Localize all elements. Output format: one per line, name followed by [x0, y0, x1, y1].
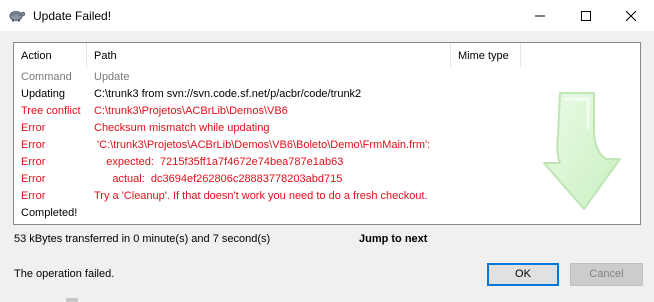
row-action: Tree conflict: [21, 105, 81, 117]
table-row[interactable]: Command Update: [14, 69, 514, 85]
update-arrow-icon: [543, 92, 621, 210]
row-path: Try a 'Cleanup'. If that doesn't work yo…: [94, 190, 428, 202]
tortoisesvn-icon: [9, 8, 26, 22]
operation-status: The operation failed.: [14, 268, 115, 280]
row-action: Error: [21, 173, 46, 185]
close-icon: [626, 10, 636, 21]
row-action: Command: [21, 71, 72, 83]
row-path: expected: 7215f35ff1a7f4672e74bea787e1ab…: [94, 156, 344, 168]
row-path: C:\trunk3 from svn://svn.code.sf.net/p/a…: [94, 88, 362, 100]
table-row[interactable]: Error Checksum mismatch while updating: [14, 120, 514, 136]
table-row[interactable]: Error 'C:\trunk3\Projetos\ACBrLib\Demos\…: [14, 137, 514, 153]
jump-to-next-link[interactable]: Jump to next: [359, 233, 427, 245]
row-path: Update: [94, 71, 130, 83]
minimize-button[interactable]: [517, 0, 563, 31]
table-row[interactable]: Completed!: [14, 205, 514, 221]
resize-grip[interactable]: [66, 298, 78, 302]
minimize-icon: [535, 11, 545, 21]
row-path: actual: dc3694ef262806c28883778203abd715: [94, 173, 343, 185]
window-title: Update Failed!: [33, 9, 112, 23]
column-header-action[interactable]: Action: [14, 43, 87, 67]
row-action: Error: [21, 190, 46, 202]
row-action: Error: [21, 156, 46, 168]
table-row[interactable]: Error expected: 7215f35ff1a7f4672e74bea7…: [14, 154, 514, 170]
row-action: Completed!: [21, 207, 78, 219]
table-row[interactable]: Error Try a 'Cleanup'. If that doesn't wo…: [14, 188, 514, 204]
table-row[interactable]: Error actual: dc3694ef262806c28883778203…: [14, 171, 514, 187]
row-action: Error: [21, 122, 46, 134]
row-action: Error: [21, 139, 46, 151]
table-row[interactable]: Tree conflict C:\trunk3\Projetos\ACBrLib\…: [14, 103, 514, 119]
row-action: Updating: [21, 88, 66, 100]
table-row[interactable]: Updating C:\trunk3 from svn://svn.code.sf…: [14, 86, 514, 102]
row-path: Checksum mismatch while updating: [94, 122, 270, 134]
title-bar: Update Failed!: [0, 0, 654, 31]
cancel-button[interactable]: Cancel: [570, 263, 643, 286]
close-button[interactable]: [608, 0, 654, 31]
transfer-status: 53 kBytes transferred in 0 minute(s) and…: [14, 233, 271, 245]
maximize-icon: [581, 10, 591, 21]
column-header-path[interactable]: Path: [87, 43, 451, 67]
results-list[interactable]: Action Path Mime type Command Update Updat…: [13, 42, 641, 225]
ok-button[interactable]: OK: [487, 263, 559, 286]
row-path: C:\trunk3\Projetos\ACBrLib\Demos\VB6: [94, 105, 288, 117]
column-header-mime-type[interactable]: Mime type: [451, 43, 521, 67]
row-path: 'C:\trunk3\Projetos\ACBrLib\Demos\VB6\Bo…: [94, 139, 431, 151]
maximize-button[interactable]: [563, 0, 609, 31]
